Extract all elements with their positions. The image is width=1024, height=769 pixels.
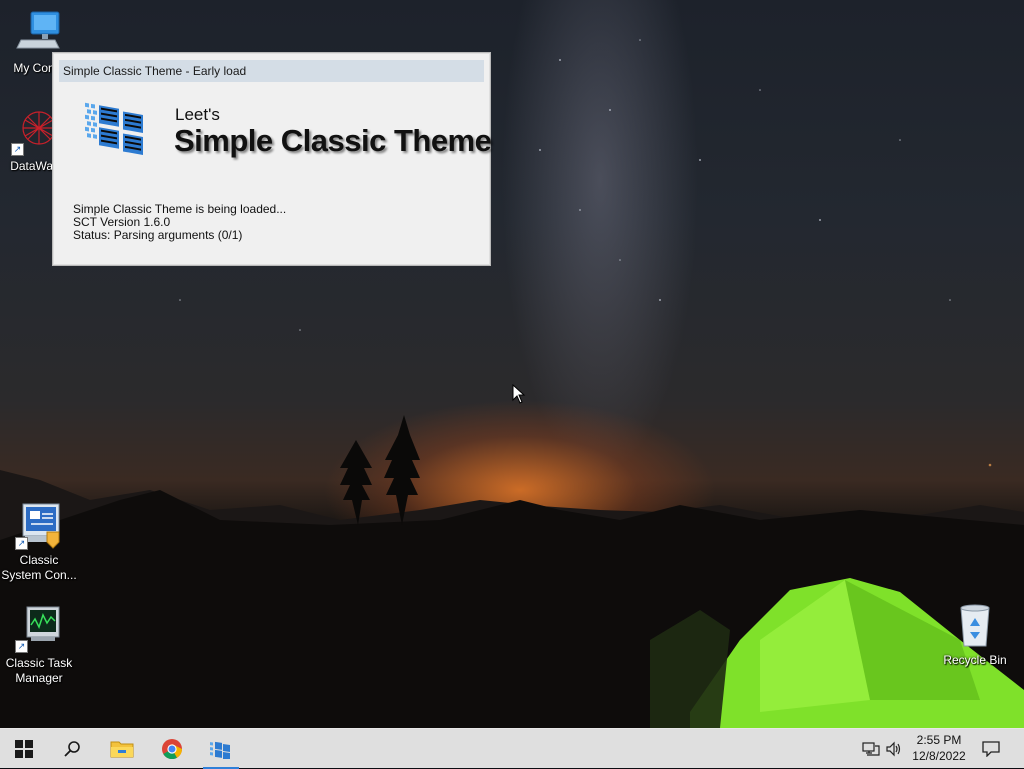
desktop-icon-label: Classic System Con... [1, 553, 77, 582]
mouse-cursor-icon [512, 384, 526, 404]
sct-logo: Leet's Simple Classic Theme [75, 97, 492, 169]
notification-icon [982, 741, 1000, 757]
desktop-icon-classic-task-manager[interactable]: ↗ Classic Task Manager [0, 605, 78, 686]
shortcut-arrow-icon: ↗ [15, 640, 28, 653]
volume-icon [886, 741, 901, 757]
control-panel-icon: ↗ [15, 502, 63, 550]
desktop-icon-label: Recycle Bin [943, 653, 1007, 667]
file-explorer-button[interactable] [102, 729, 142, 769]
network-icon [862, 742, 880, 756]
logo-title: Simple Classic Theme [174, 123, 492, 158]
file-explorer-icon [110, 741, 134, 758]
status-text: Simple Classic Theme is being loaded... … [73, 203, 286, 242]
windows-start-icon [15, 740, 33, 758]
search-icon [64, 741, 80, 757]
status-line-progress: Status: Parsing arguments (0/1) [73, 228, 243, 242]
clock-time: 2:55 PM [916, 733, 962, 747]
simple-classic-theme-icon [210, 741, 230, 759]
shortcut-arrow-icon: ↗ [15, 537, 28, 550]
taskbar-clock[interactable]: 2:55 PM 12/8/2022 [906, 732, 972, 764]
search-button[interactable] [52, 729, 92, 769]
window-title: Simple Classic Theme - Early load [59, 60, 484, 82]
windows-flag-logo-icon [85, 102, 143, 155]
chrome-icon [162, 739, 183, 760]
start-button[interactable] [4, 729, 44, 769]
computer-icon [15, 10, 63, 58]
desktop-icon-recycle-bin[interactable]: Recycle Bin [936, 602, 1014, 668]
logo-subtitle: Leet's [175, 105, 220, 124]
simple-classic-theme-taskbar-button[interactable] [201, 729, 241, 769]
desktop-icon-label: Classic Task Manager [5, 656, 73, 685]
clock-date: 12/8/2022 [912, 749, 966, 763]
sct-early-load-window: Simple Classic Theme - Early load Leet's… [52, 52, 492, 266]
network-tray-button[interactable] [861, 739, 881, 759]
task-manager-icon: ↗ [15, 605, 63, 653]
notification-center-button[interactable] [981, 739, 1001, 759]
desktop-icon-classic-system-control[interactable]: ↗ Classic System Con... [0, 502, 78, 583]
chrome-button[interactable] [152, 729, 192, 769]
shortcut-arrow-icon: ↗ [11, 143, 24, 156]
volume-tray-button[interactable] [884, 739, 904, 759]
recycle-bin-icon [951, 602, 999, 650]
taskbar: 2:55 PM 12/8/2022 [0, 728, 1024, 769]
